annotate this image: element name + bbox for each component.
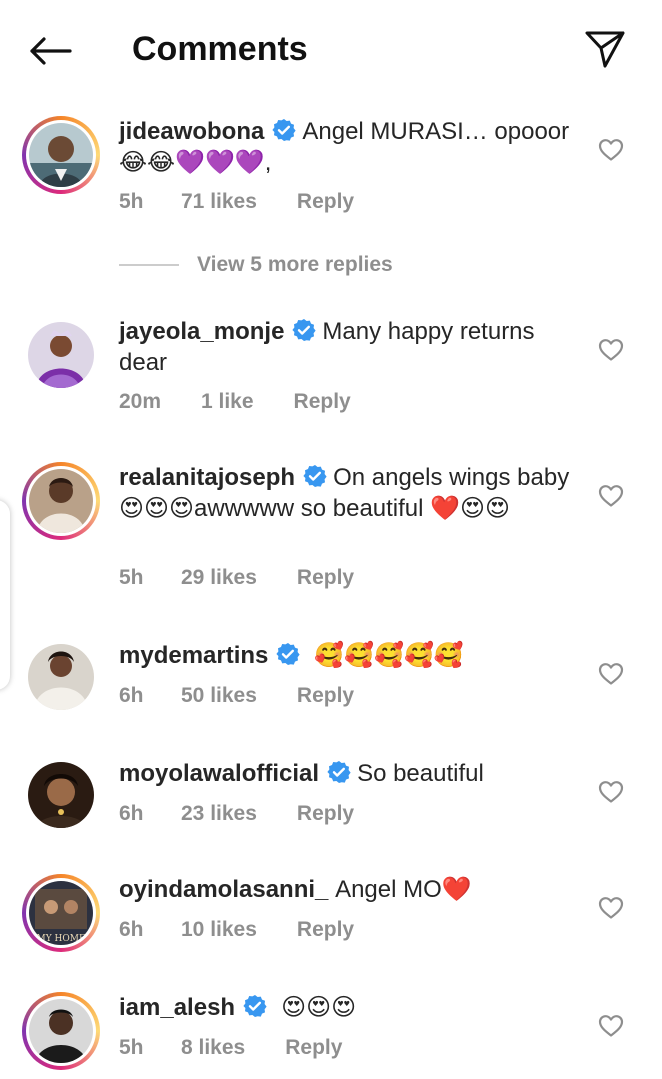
like-button[interactable] <box>596 894 626 922</box>
header-bar: Comments <box>0 0 662 98</box>
reply-button[interactable]: Reply <box>297 800 354 828</box>
comment-likes[interactable]: 8 likes <box>181 1034 245 1062</box>
heart-outline-icon <box>598 1015 624 1037</box>
avatar[interactable] <box>22 116 100 194</box>
comment-time: 5h <box>119 1036 144 1059</box>
comment-time: 5h <box>119 566 144 589</box>
like-button[interactable] <box>596 136 626 164</box>
verified-badge-icon <box>276 643 300 665</box>
comment-time: 6h <box>119 918 144 941</box>
heart-outline-icon <box>598 781 624 803</box>
comment-username[interactable]: moyolawalofficial <box>119 760 319 787</box>
heart-outline-icon <box>598 485 624 507</box>
reply-button[interactable]: Reply <box>285 1034 342 1062</box>
my-home-logo-text: MY HOME <box>36 934 85 944</box>
like-button[interactable] <box>596 660 626 688</box>
reply-button[interactable]: Reply <box>297 188 354 216</box>
verified-badge-icon <box>272 119 296 141</box>
arrow-left-icon <box>30 37 72 65</box>
heart-outline-icon <box>598 897 624 919</box>
like-button[interactable] <box>596 1012 626 1040</box>
verified-badge-icon <box>243 995 267 1017</box>
comment-text: 🥰🥰🥰🥰🥰 <box>314 642 464 669</box>
comment-username[interactable]: iam_alesh <box>119 994 235 1021</box>
comment-text: So beautiful <box>357 760 484 787</box>
reply-button[interactable]: Reply <box>294 388 351 416</box>
view-more-replies-button[interactable]: View 5 more replies <box>119 250 393 280</box>
edge-panel-handle[interactable] <box>0 500 10 690</box>
avatar[interactable] <box>22 756 100 834</box>
avatar[interactable] <box>22 462 100 540</box>
page-title: Comments <box>132 30 308 68</box>
reply-button[interactable]: Reply <box>297 564 354 592</box>
verified-badge-icon <box>303 465 327 487</box>
comment-likes[interactable]: 71 likes <box>181 188 257 216</box>
avatar[interactable] <box>22 316 100 394</box>
heart-outline-icon <box>598 339 624 361</box>
share-button[interactable] <box>580 24 630 74</box>
like-button[interactable] <box>596 336 626 364</box>
comment-likes[interactable]: 10 likes <box>181 916 257 944</box>
comment-time: 6h <box>119 684 144 707</box>
reply-button[interactable]: Reply <box>297 682 354 710</box>
replies-divider <box>119 264 179 266</box>
avatar[interactable]: MY HOME <box>22 874 100 952</box>
verified-badge-icon <box>292 319 317 341</box>
like-button[interactable] <box>596 482 626 510</box>
comment-time: 6h <box>119 802 144 825</box>
avatar[interactable] <box>22 638 100 716</box>
avatar[interactable] <box>22 992 100 1070</box>
comment-username[interactable]: jayeola_monje <box>119 318 284 345</box>
comment-username[interactable]: mydemartins <box>119 642 268 669</box>
comment-username[interactable]: realanitajoseph <box>119 464 295 491</box>
comment-likes[interactable]: 1 like <box>201 388 254 416</box>
view-replies-label: View 5 more replies <box>197 253 393 276</box>
paper-plane-icon <box>585 31 625 68</box>
comment-time: 5h <box>119 190 144 213</box>
like-button[interactable] <box>596 778 626 806</box>
comment-text: Angel MO❤️ <box>335 876 472 903</box>
reply-button[interactable]: Reply <box>297 916 354 944</box>
comment-time: 20m <box>119 390 162 413</box>
comment-text: 😍😍😍 <box>281 994 357 1021</box>
comment-likes[interactable]: 50 likes <box>181 682 257 710</box>
heart-outline-icon <box>598 663 624 685</box>
heart-outline-icon <box>598 139 624 161</box>
back-button[interactable] <box>22 26 78 76</box>
verified-badge-icon <box>327 761 351 783</box>
comment-username[interactable]: jideawobona <box>119 118 264 145</box>
comment-username[interactable]: oyindamolasanni_ <box>119 876 328 903</box>
comment-likes[interactable]: 23 likes <box>181 800 257 828</box>
comment-likes[interactable]: 29 likes <box>181 564 257 592</box>
